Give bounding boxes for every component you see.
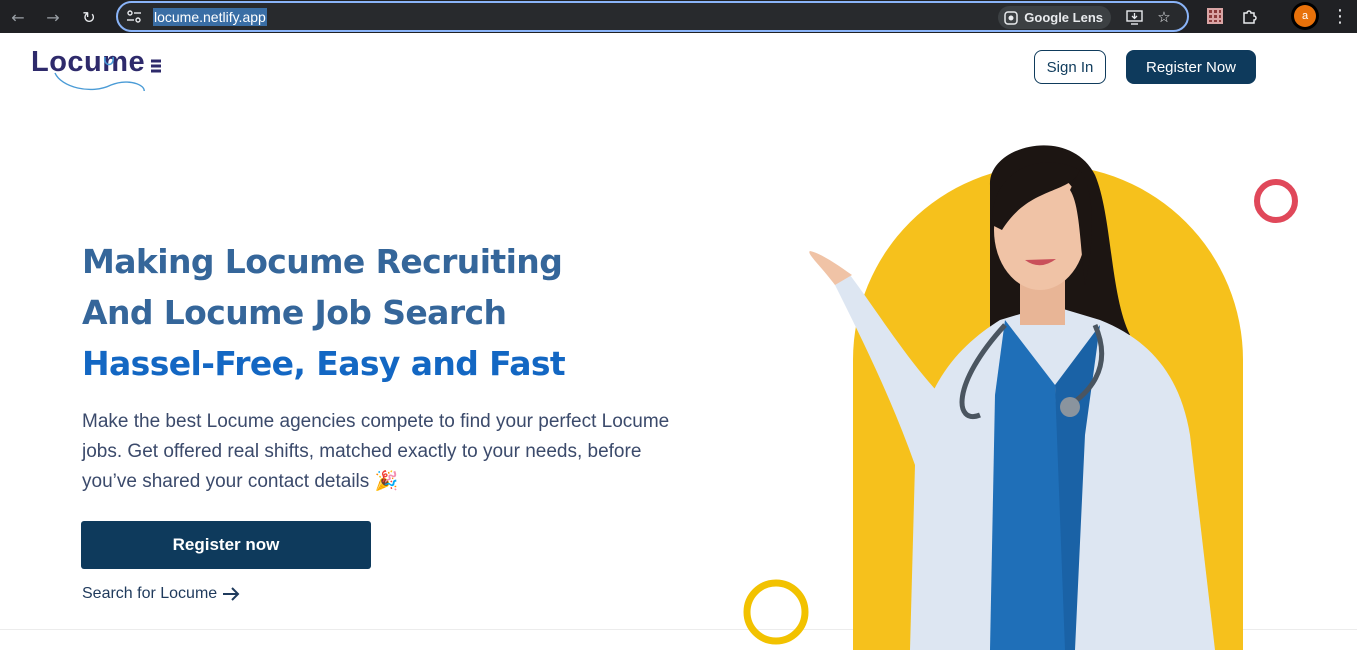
address-bar[interactable]: locume.netlify.app Google Lens ☆	[116, 1, 1189, 32]
google-lens-button[interactable]: Google Lens	[998, 6, 1111, 29]
hero-headline: Making Locume Recruiting And Locume Job …	[82, 236, 702, 389]
stethoscope-logo-icon	[54, 56, 161, 91]
lens-icon	[1004, 10, 1019, 25]
browser-menu-icon[interactable]: ⋮	[1331, 6, 1349, 27]
url-text[interactable]: locume.netlify.app	[153, 8, 267, 26]
browser-toolbar: ← → ↻ locume.netlify.app Google Lens ☆ a…	[0, 0, 1357, 33]
profile-avatar[interactable]: a	[1294, 5, 1316, 27]
sign-in-button[interactable]: Sign In	[1034, 50, 1106, 84]
site-settings-icon[interactable]	[126, 9, 142, 25]
headline-line-1: Making Locume Recruiting	[82, 242, 563, 281]
install-app-icon[interactable]	[1125, 8, 1143, 26]
arrow-right-icon	[223, 587, 240, 601]
reload-icon[interactable]: ↻	[78, 6, 100, 28]
extensions-puzzle-icon[interactable]	[1240, 6, 1260, 26]
register-now-cta-button[interactable]: Register now	[81, 521, 371, 569]
extension-grid-icon[interactable]	[1205, 6, 1225, 26]
forward-icon[interactable]: →	[42, 6, 64, 28]
google-lens-label: Google Lens	[1024, 10, 1103, 25]
hero-illustration	[743, 145, 1298, 650]
yellow-ring-decoration	[743, 579, 809, 645]
red-ring-decoration	[1254, 179, 1298, 223]
register-now-header-button[interactable]: Register Now	[1126, 50, 1256, 84]
hero-description: Make the best Locume agencies compete to…	[82, 411, 670, 492]
search-link-label: Search for Locume	[82, 585, 218, 602]
search-for-locume-link[interactable]: Search for Locume	[82, 585, 241, 603]
headline-line-3: Hassel-Free, Easy and Fast	[82, 344, 566, 383]
back-icon[interactable]: ←	[7, 6, 29, 28]
headline-line-2: And Locume Job Search	[82, 293, 507, 332]
bookmark-star-icon[interactable]: ☆	[1155, 8, 1173, 26]
locume-logo[interactable]: Locume	[31, 45, 161, 91]
